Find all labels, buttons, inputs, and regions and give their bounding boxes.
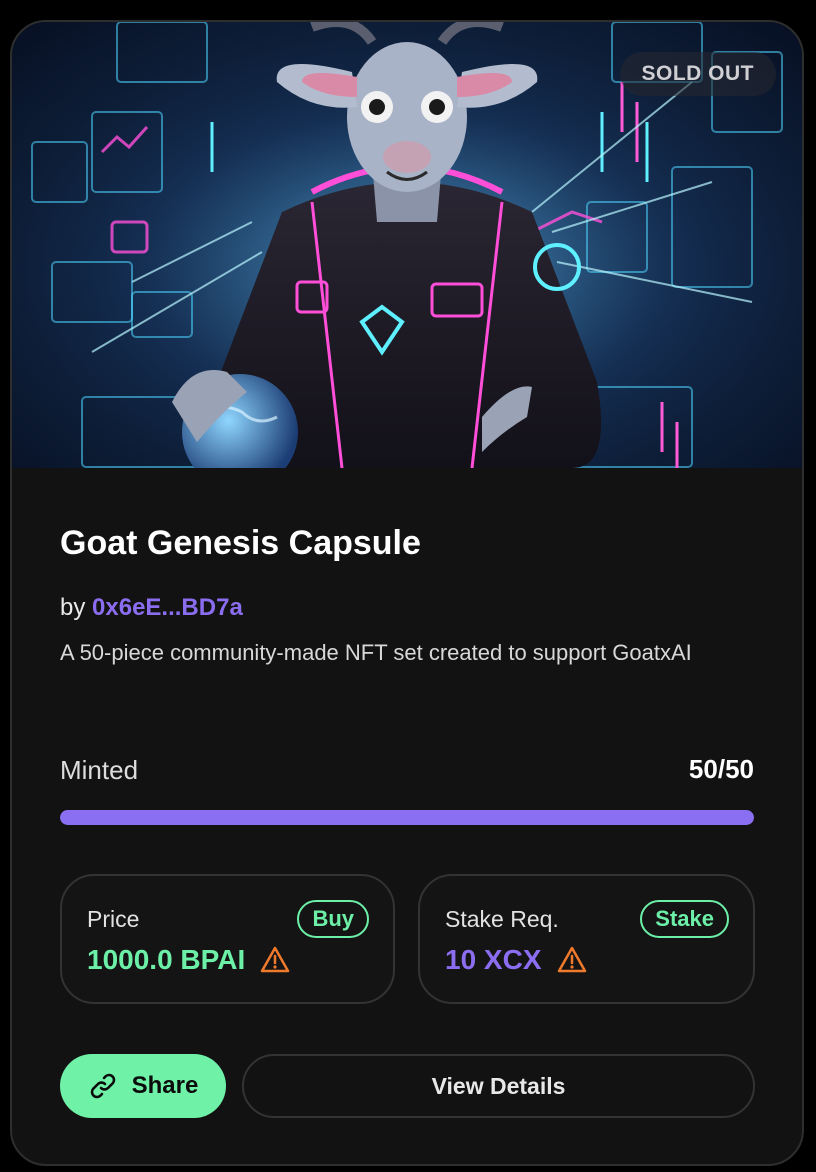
link-icon	[90, 1073, 115, 1099]
stake-value: 10 XCX	[445, 944, 542, 975]
view-details-button[interactable]: View Details	[242, 1054, 755, 1118]
nft-description: A 50-piece community-made NFT set create…	[60, 640, 692, 665]
buy-button[interactable]: Buy	[297, 900, 369, 938]
creator-address-link[interactable]: 0x6eE...BD7a	[92, 594, 243, 621]
price-value-row: 1000.0 BPAI	[87, 944, 291, 976]
share-label: Share	[131, 1072, 199, 1099]
nft-title: Goat Genesis Capsule	[60, 524, 421, 562]
stake-value-row: 10 XCX	[445, 944, 588, 976]
warning-triangle-icon[interactable]	[259, 944, 291, 976]
price-panel: Price Buy 1000.0 BPAI	[60, 874, 395, 1004]
by-prefix: by	[60, 594, 86, 621]
creator-line: by 0x6eE...BD7a	[60, 594, 243, 622]
price-value: 1000.0 BPAI	[87, 944, 246, 975]
status-badge: SOLD OUT	[619, 52, 776, 96]
warning-triangle-icon[interactable]	[556, 944, 588, 976]
stake-label: Stake Req.	[445, 906, 559, 932]
nft-card: SOLD OUT Goat Genesis Capsule by 0x6eE..…	[10, 20, 804, 1166]
share-button[interactable]: Share	[60, 1054, 226, 1118]
minted-label: Minted	[60, 755, 139, 785]
price-label: Price	[87, 906, 140, 932]
nft-artwork[interactable]: SOLD OUT	[12, 22, 802, 468]
stake-panel: Stake Req. Stake 10 XCX	[418, 874, 755, 1004]
mint-progress-fill	[60, 810, 754, 825]
minted-count: 50/50	[688, 754, 754, 784]
stake-button[interactable]: Stake	[640, 900, 729, 938]
mint-progress-bar	[60, 810, 754, 825]
